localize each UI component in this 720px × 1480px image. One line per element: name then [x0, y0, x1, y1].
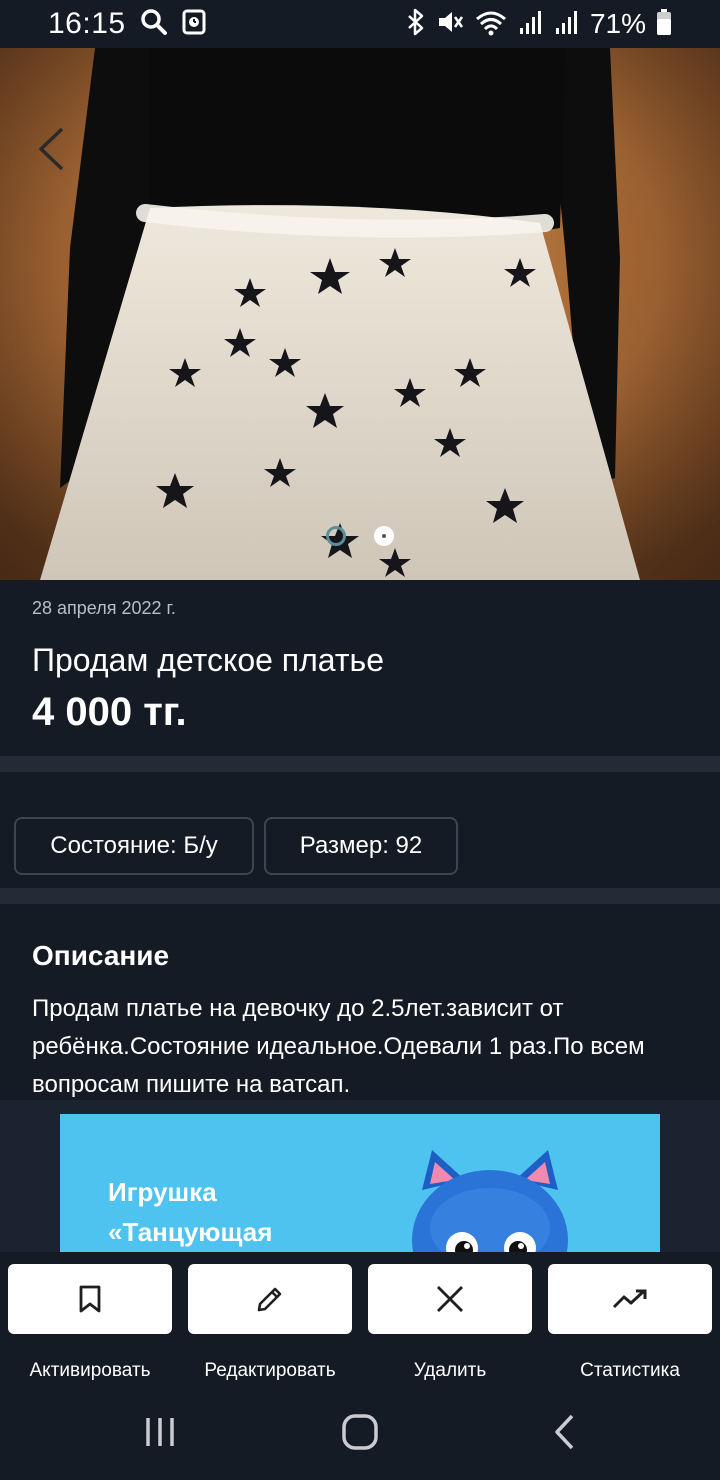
- activate-button[interactable]: [8, 1264, 172, 1334]
- signal-icon: [518, 8, 544, 41]
- mute-icon: [436, 8, 464, 41]
- pagination-dot-active[interactable]: [374, 526, 394, 546]
- system-nav-bar: [0, 1384, 720, 1480]
- edit-label: Редактировать: [204, 1360, 336, 1381]
- back-icon: [555, 1414, 574, 1450]
- condition-chip: Состояние: Б/у: [14, 817, 254, 875]
- bluetooth-icon: [406, 8, 426, 41]
- activate-label: Активировать: [29, 1360, 151, 1381]
- home-button[interactable]: [330, 1410, 390, 1454]
- bookmark-icon: [79, 1285, 101, 1313]
- ad-line-2: «Танцующая: [108, 1217, 273, 1247]
- close-icon: [437, 1286, 463, 1312]
- divider: [0, 756, 720, 772]
- wifi-icon: [474, 8, 508, 41]
- nav-back-button[interactable]: [534, 1410, 594, 1454]
- battery-icon: [656, 8, 672, 41]
- statistics-button[interactable]: [548, 1264, 712, 1334]
- home-icon: [342, 1414, 378, 1450]
- dress-illustration: [0, 48, 720, 580]
- pagination-dot[interactable]: [326, 526, 346, 546]
- statistics-label: Статистика: [580, 1360, 680, 1381]
- listing-title: Продам детское платье: [32, 642, 385, 678]
- trending-up-icon: [612, 1289, 647, 1309]
- search-icon: [140, 8, 168, 41]
- attributes-block: Состояние: Б/у Размер: 92: [0, 772, 720, 888]
- photo-pagination: [0, 526, 720, 546]
- delete-label: Удалить: [413, 1360, 487, 1381]
- ad-banner[interactable]: Игрушка «Танцующая: [60, 1114, 660, 1252]
- ad-text: Игрушка «Танцующая: [108, 1172, 272, 1252]
- ad-line-1: Игрушка: [108, 1177, 217, 1207]
- signal-icon: [554, 8, 580, 41]
- description-heading: Описание: [32, 940, 170, 971]
- toy-cat-image: [412, 1150, 568, 1252]
- pencil-icon: [257, 1287, 282, 1312]
- listing-date: 28 апреля 2022 г.: [32, 598, 176, 618]
- chevron-left-icon: [39, 127, 64, 171]
- recent-apps-button[interactable]: [130, 1410, 190, 1454]
- product-photo[interactable]: [0, 48, 720, 580]
- status-bar: 16:15 71%: [0, 0, 720, 48]
- back-button[interactable]: [36, 126, 80, 178]
- ad-area: Игрушка «Танцующая: [0, 1100, 720, 1252]
- listing-price: 4 000 тг.: [32, 690, 187, 734]
- screen: 16:15 71% 28 апреля 2022 г. Продам детск…: [0, 0, 720, 1480]
- recent-apps-icon: [146, 1418, 174, 1446]
- delete-button[interactable]: [368, 1264, 532, 1334]
- status-time: 16:15: [48, 7, 126, 40]
- divider: [0, 888, 720, 904]
- size-chip: Размер: 92: [264, 817, 458, 875]
- listing-info: 28 апреля 2022 г. Продам детское платье …: [0, 580, 720, 756]
- action-bar: Активировать Редактировать Удалить Стати…: [0, 1252, 720, 1384]
- edit-button[interactable]: [188, 1264, 352, 1334]
- screenshot-icon: [182, 9, 206, 40]
- description-block: Описание Продам платье на девочку до 2.5…: [0, 904, 720, 1100]
- description-text: Продам платье на девочку до 2.5лет.завис…: [32, 995, 645, 1098]
- battery-percent: 71%: [589, 8, 646, 39]
